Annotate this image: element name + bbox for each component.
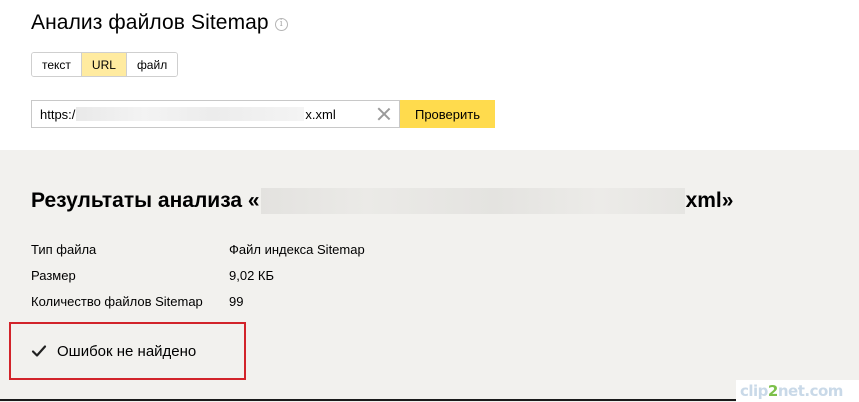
watermark-part1: clip bbox=[740, 382, 768, 400]
results-title: Результаты анализа « xml» bbox=[31, 188, 733, 214]
info-value: 99 bbox=[229, 293, 244, 309]
info-label: Размер bbox=[31, 267, 76, 283]
results-title-prefix: Результаты анализа « bbox=[31, 189, 260, 212]
url-value-prefix: https:/ bbox=[40, 106, 76, 122]
tab-url[interactable]: URL bbox=[80, 53, 126, 76]
check-button[interactable]: Проверить bbox=[400, 100, 495, 128]
watermark-logo: clip 2 net.com bbox=[736, 380, 859, 402]
page-header: Анализ файлов Sitemap i bbox=[31, 8, 288, 38]
info-row-file-type: Тип файла Файл индекса Sitemap bbox=[31, 236, 365, 262]
file-info-table: Тип файла Файл индекса Sitemap Размер 9,… bbox=[31, 236, 365, 314]
info-icon[interactable]: i bbox=[274, 17, 288, 31]
tab-text[interactable]: текст bbox=[32, 53, 81, 76]
watermark-two: 2 bbox=[767, 382, 778, 400]
info-label: Тип файла bbox=[31, 241, 97, 257]
tab-file[interactable]: файл bbox=[125, 53, 178, 76]
url-input-value[interactable]: https:/ x.xml bbox=[32, 107, 336, 122]
results-title-suffix: xml» bbox=[685, 189, 734, 212]
clear-icon[interactable] bbox=[377, 107, 391, 121]
input-mode-tabs: текст URL файл bbox=[31, 52, 179, 77]
url-value-suffix: x.xml bbox=[305, 106, 336, 122]
checkmark-icon bbox=[31, 345, 47, 357]
divider bbox=[0, 399, 740, 401]
url-input[interactable]: https:/ x.xml bbox=[31, 100, 400, 128]
info-value: Файл индекса Sitemap bbox=[229, 241, 365, 257]
info-value: 9,02 КБ bbox=[229, 267, 275, 283]
status-text: Ошибок не найдено bbox=[57, 342, 197, 360]
info-label: Количество файлов Sitemap bbox=[31, 293, 203, 309]
redacted-url-blur bbox=[76, 107, 305, 121]
no-errors-status: Ошибок не найдено bbox=[9, 322, 246, 380]
results-panel: Результаты анализа « xml» Тип файла Файл … bbox=[0, 150, 859, 402]
info-row-size: Размер 9,02 КБ bbox=[31, 262, 365, 288]
redacted-title-blur bbox=[260, 188, 685, 214]
watermark-part2: net.com bbox=[777, 382, 844, 400]
info-row-sitemap-count: Количество файлов Sitemap 99 bbox=[31, 288, 365, 314]
analysis-form: Анализ файлов Sitemap i текст URL файл h… bbox=[0, 0, 859, 150]
page-title: Анализ файлов Sitemap bbox=[31, 11, 269, 34]
